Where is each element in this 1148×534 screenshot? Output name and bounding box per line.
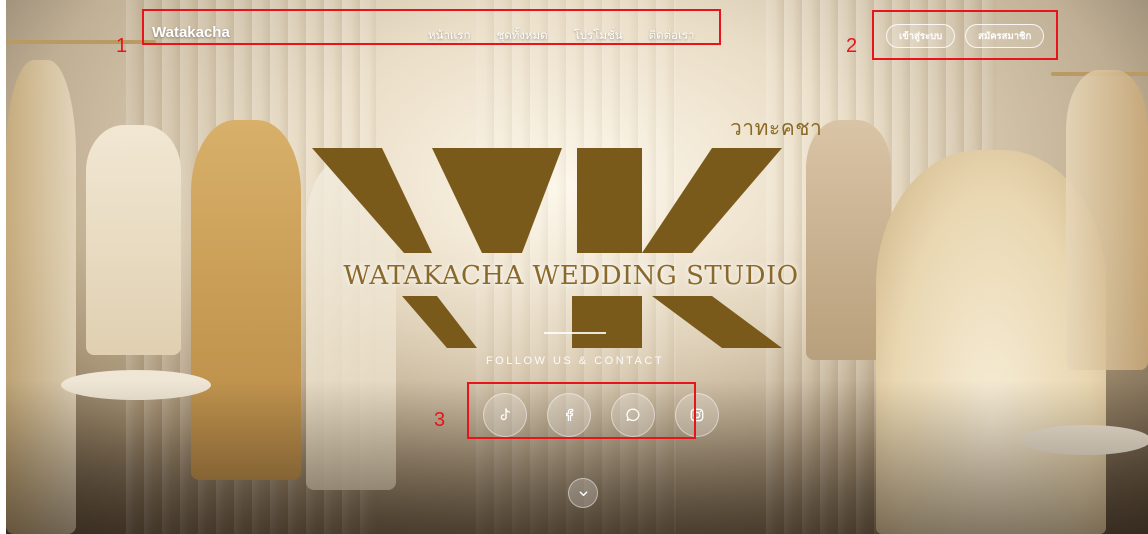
annotation-label-1: 1 [116, 35, 128, 57]
annotation-label-3: 3 [434, 409, 446, 431]
page: วาทะคชา WATAKACHA WEDDING STUDIO FOLLOW … [0, 0, 1148, 534]
chevron-down-icon [579, 490, 587, 496]
logo-wordmark: WATAKACHA WEDDING STUDIO [343, 261, 799, 291]
suit-mannequin-left [86, 125, 181, 355]
follow-contact-label: FOLLOW US & CONTACT [485, 355, 665, 367]
logo-thai-text: วาทะคชา [730, 116, 823, 140]
annotation-box-3 [467, 382, 696, 439]
annotation-box-1 [142, 9, 721, 45]
annotation-label-2: 2 [846, 35, 858, 57]
scroll-down-button[interactable] [568, 478, 598, 508]
garment-rack-right [1066, 70, 1148, 370]
hero-divider [544, 332, 606, 334]
annotation-box-2 [872, 10, 1058, 60]
clothing-rail-left [6, 40, 156, 44]
